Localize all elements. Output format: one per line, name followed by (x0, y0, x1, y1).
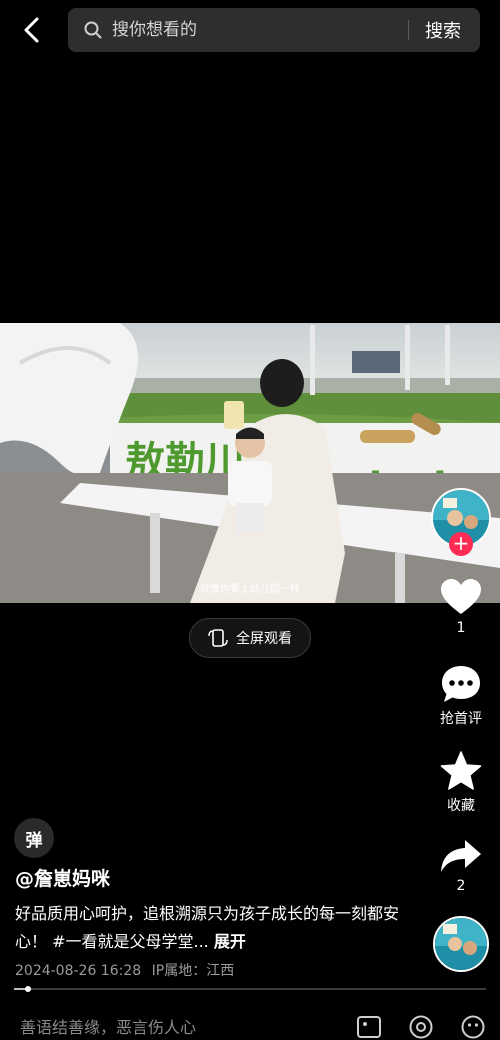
fullscreen-button[interactable]: 全屏观看 (189, 618, 311, 658)
search-bar[interactable]: 搜索 (68, 8, 480, 52)
author-name[interactable]: @詹崽妈咪 (15, 864, 110, 891)
like-action[interactable]: 1 (430, 578, 492, 636)
video-player[interactable]: 敖勒川 gical (0, 323, 500, 603)
video-frame-image: 敖勒川 gical (0, 323, 500, 603)
back-button[interactable] (14, 12, 50, 48)
heart-icon (441, 579, 481, 614)
like-count: 1 (456, 620, 466, 636)
share-action[interactable]: 2 (430, 838, 492, 894)
description-text: 好品质用心呵护，追根溯源只为孩子成长的每一刻都安心！ #一看就是父母学堂... (15, 904, 400, 951)
music-disc-avatar[interactable] (433, 916, 489, 972)
comment-input[interactable]: 善语结善缘，恶言伤人心 (20, 1014, 196, 1038)
search-icon (84, 21, 102, 39)
search-button[interactable]: 搜索 (425, 17, 461, 43)
follow-button[interactable]: + (449, 532, 473, 556)
star-icon (440, 751, 482, 790)
favorite-label: 收藏 (447, 798, 475, 814)
chevron-left-icon (24, 17, 39, 43)
video-progress-bar[interactable] (14, 986, 486, 992)
fullscreen-label: 全屏观看 (236, 631, 292, 647)
post-date: 2024-08-26 16:28 (15, 963, 142, 979)
search-divider (408, 20, 409, 40)
video-caption: 就像你要上幼儿园一样 (200, 584, 300, 595)
ip-location: IP属地：江西 (151, 963, 235, 979)
progress-knob[interactable] (25, 986, 32, 992)
comment-action[interactable]: 抢首评 (430, 664, 492, 728)
comment-icon (442, 666, 480, 702)
image-icon[interactable] (356, 1014, 382, 1040)
rotate-screen-icon (208, 629, 228, 647)
comment-label: 抢首评 (440, 711, 482, 727)
video-description: 好品质用心呵护，追根溯源只为孩子成长的每一刻都安心！ #一看就是父母学堂... … (15, 900, 415, 956)
emoji-icon[interactable] (460, 1014, 486, 1040)
expand-button[interactable]: 展开 (214, 932, 246, 951)
share-arrow-icon (441, 840, 481, 872)
search-input[interactable] (110, 19, 404, 41)
danmaku-toggle-button[interactable]: 弹 (14, 818, 54, 858)
at-mention-icon[interactable] (408, 1014, 434, 1040)
favorite-action[interactable]: 收藏 (430, 751, 492, 815)
post-meta: 2024-08-26 16:28 IP属地：江西 (15, 960, 234, 980)
share-count: 2 (456, 878, 466, 894)
